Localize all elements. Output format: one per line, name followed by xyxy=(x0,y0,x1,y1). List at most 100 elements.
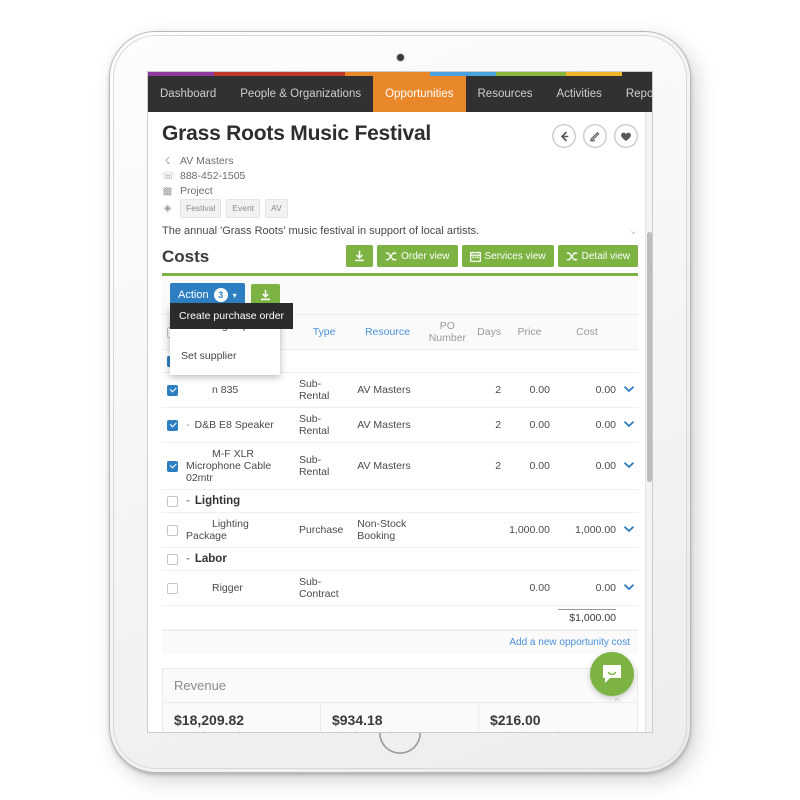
row-price: 0.00 xyxy=(529,582,550,594)
row-cost: 1,000.00 xyxy=(575,524,616,536)
header-resource[interactable]: Resource xyxy=(353,315,422,350)
row-cost: 0.00 xyxy=(595,582,616,594)
row-type xyxy=(295,350,353,373)
screen: Dashboard People & Organizations Opportuni… xyxy=(148,72,652,732)
row-po-number xyxy=(422,571,474,606)
row-checkbox[interactable] xyxy=(166,553,178,565)
row-price xyxy=(505,548,554,571)
tag[interactable]: Event xyxy=(226,199,261,218)
nav-item-label: People & Organizations xyxy=(240,88,362,100)
row-type: Sub-Rental xyxy=(298,454,330,478)
cost-item-row[interactable]: Rigger Sub-Contract 0.00 0.00 xyxy=(162,571,638,606)
row-name: - Lighting xyxy=(182,490,295,513)
cost-item-row[interactable]: Lighting Package Purchase Non-Stock Bookin… xyxy=(162,513,638,548)
row-expand-chevron-icon[interactable] xyxy=(620,513,638,548)
row-expand-chevron-icon[interactable] xyxy=(620,408,638,443)
row-expand-chevron-icon[interactable] xyxy=(620,443,638,490)
row-name-label: n 835 xyxy=(212,384,239,396)
row-price xyxy=(505,490,554,513)
costs-total-value: $1,000.00 xyxy=(558,609,616,624)
costs-title: Costs xyxy=(162,247,210,266)
nav-item-dashboard[interactable]: Dashboard xyxy=(148,76,228,112)
header-type[interactable]: Type xyxy=(294,315,354,350)
nav-item-activities[interactable]: Activities xyxy=(544,76,613,112)
row-expand-chevron-icon[interactable] xyxy=(620,373,638,408)
row-checkbox[interactable] xyxy=(166,582,178,594)
row-checkbox-cell[interactable] xyxy=(162,408,182,443)
nav-item-reports[interactable]: Reports xyxy=(614,76,652,112)
view-button-label: Detail view xyxy=(581,250,630,262)
row-days xyxy=(473,350,505,373)
row-name: - D&B E8 Speaker xyxy=(182,408,295,443)
services-view-button[interactable]: Services view xyxy=(461,245,554,267)
description-text: The annual 'Grass Roots' music festival … xyxy=(162,224,480,237)
export-button[interactable] xyxy=(346,245,374,267)
chat-bubble-icon[interactable] xyxy=(590,652,634,696)
header-po-number: PO Number xyxy=(421,315,474,350)
row-checkbox-cell[interactable] xyxy=(162,443,182,490)
row-po-number xyxy=(422,513,474,548)
scrollbar-thumb[interactable] xyxy=(647,232,652,482)
revenue-header[interactable]: Revenue ⌃ xyxy=(163,669,637,702)
nav-item-label: Opportunities xyxy=(385,88,454,100)
chat-chevron-icon[interactable]: ⌃ xyxy=(612,696,622,710)
row-checkbox[interactable] xyxy=(166,524,178,536)
nav-item-opportunities[interactable]: Opportunities xyxy=(373,76,466,112)
dropdown-item-set-supplier[interactable]: Set supplier xyxy=(170,341,280,371)
chevron-down-icon: ▾ xyxy=(232,290,237,300)
vertical-scrollbar[interactable] xyxy=(645,112,652,732)
row-expand-empty xyxy=(620,548,638,571)
meta-list: ☇ AV Masters ☏ 888-452-1505 ▩ Project ◈ … xyxy=(162,154,638,218)
title-row: Grass Roots Music Festival xyxy=(162,122,638,148)
calendar-icon xyxy=(469,251,481,262)
row-checkbox-cell[interactable] xyxy=(162,571,182,606)
add-cost-row: Add a new opportunity cost xyxy=(162,630,638,654)
detail-view-button[interactable]: Detail view xyxy=(557,245,638,267)
row-cost xyxy=(554,490,620,513)
row-expand-empty xyxy=(620,490,638,513)
row-price: 1,000.00 xyxy=(509,524,550,536)
row-checkbox-cell[interactable] xyxy=(162,373,182,408)
row-name: Rigger xyxy=(182,571,295,606)
row-name-label: Lighting xyxy=(194,495,241,507)
cost-item-row[interactable]: - D&B E8 Speaker Sub-Rental AV Masters 2 0.00… xyxy=(162,408,638,443)
collapse-dash-icon[interactable]: - xyxy=(186,553,195,565)
collapse-dash-icon[interactable]: - xyxy=(186,419,195,431)
cost-group-row[interactable]: - Lighting xyxy=(162,490,638,513)
nav-item-label: Dashboard xyxy=(160,88,217,100)
favorite-button[interactable] xyxy=(614,124,638,148)
row-name: M-F XLR Microphone Cable 02mtr xyxy=(182,443,295,490)
dropdown-tooltip: Create purchase order xyxy=(170,303,294,329)
row-cost xyxy=(554,350,620,373)
row-checkbox[interactable] xyxy=(166,419,178,431)
meta-row-tags: ◈ Festival Event AV xyxy=(162,199,638,218)
row-name-label: Lighting Package xyxy=(186,518,249,542)
chevron-down-icon[interactable]: ⌄ xyxy=(629,224,638,237)
row-checkbox-cell[interactable] xyxy=(162,490,182,513)
cost-item-row[interactable]: n 835 Sub-Rental AV Masters 2 0.00 0.00 xyxy=(162,373,638,408)
row-days xyxy=(473,490,505,513)
row-expand-chevron-icon[interactable] xyxy=(620,571,638,606)
back-button[interactable] xyxy=(552,124,576,148)
collapse-dash-icon[interactable]: - xyxy=(186,495,195,507)
main-navigation[interactable]: Dashboard People & Organizations Opportuni… xyxy=(148,76,652,112)
nav-item-resources[interactable]: Resources xyxy=(466,76,545,112)
row-name: - Labor xyxy=(182,548,295,571)
edit-button[interactable] xyxy=(583,124,607,148)
row-checkbox-cell[interactable] xyxy=(162,548,182,571)
row-checkbox[interactable] xyxy=(166,460,178,472)
nav-item-people-organizations[interactable]: People & Organizations xyxy=(228,76,373,112)
tag-list: Festival Event AV xyxy=(180,199,288,218)
tag[interactable]: AV xyxy=(265,199,288,218)
tag[interactable]: Festival xyxy=(180,199,222,218)
add-new-cost-link[interactable]: Add a new opportunity cost xyxy=(509,637,630,648)
cost-item-row[interactable]: M-F XLR Microphone Cable 02mtr Sub-Rental… xyxy=(162,443,638,490)
cost-group-row[interactable]: - Labor xyxy=(162,548,638,571)
costs-table-body: - n 835Sub-RentalAV Masters20.000.00-D&B … xyxy=(162,350,638,630)
row-checkbox[interactable] xyxy=(166,384,178,396)
row-name: n 835 xyxy=(182,373,295,408)
row-type xyxy=(295,490,353,513)
order-view-button[interactable]: Order view xyxy=(377,245,458,267)
row-checkbox-cell[interactable] xyxy=(162,513,182,548)
row-checkbox[interactable] xyxy=(166,495,178,507)
